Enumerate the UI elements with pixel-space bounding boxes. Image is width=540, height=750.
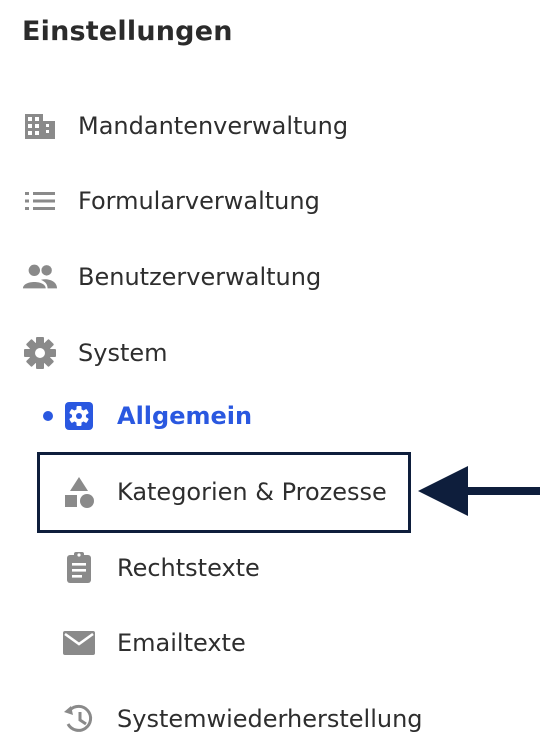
sub-item-rechtstexte[interactable]: Rechtstexte <box>61 546 260 590</box>
building-icon <box>22 108 58 144</box>
menu-item-label: Mandantenverwaltung <box>78 112 349 140</box>
active-indicator-dot <box>43 411 53 421</box>
settings-box-icon <box>61 398 97 434</box>
list-icon <box>22 183 58 219</box>
menu-item-mandantenverwaltung[interactable]: Mandantenverwaltung <box>22 104 348 148</box>
sub-item-kategorien-prozesse[interactable]: Kategorien & Prozesse <box>61 470 387 514</box>
pointer-arrow-icon <box>418 466 540 516</box>
people-icon <box>22 259 58 295</box>
menu-item-label: Formularverwaltung <box>78 187 320 215</box>
sub-item-allgemein[interactable]: Allgemein <box>61 394 252 438</box>
sub-item-label: Rechtstexte <box>117 554 260 582</box>
sub-item-label: Systemwiederherstellung <box>117 705 423 733</box>
menu-item-system[interactable]: System <box>22 331 168 375</box>
clipboard-icon <box>61 550 97 586</box>
sub-item-systemwiederherstellung[interactable]: Systemwiederherstellung <box>61 697 423 741</box>
sub-item-label: Allgemein <box>117 402 253 430</box>
shapes-icon <box>61 474 97 510</box>
envelope-icon <box>61 625 97 661</box>
menu-item-formularverwaltung[interactable]: Formularverwaltung <box>22 179 320 223</box>
sub-item-label: Emailtexte <box>117 629 246 657</box>
menu-item-label: System <box>78 339 168 367</box>
sub-item-label: Kategorien & Prozesse <box>117 478 387 506</box>
gear-icon <box>22 335 58 371</box>
sub-item-emailtexte[interactable]: Emailtexte <box>61 621 246 665</box>
history-icon <box>61 701 97 737</box>
menu-item-benutzerverwaltung[interactable]: Benutzerverwaltung <box>22 255 321 299</box>
menu-item-label: Benutzerverwaltung <box>78 263 322 291</box>
page-title: Einstellungen <box>22 16 233 47</box>
